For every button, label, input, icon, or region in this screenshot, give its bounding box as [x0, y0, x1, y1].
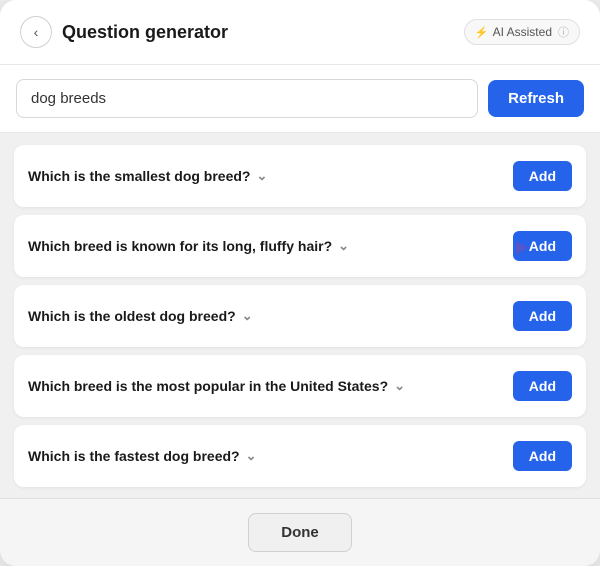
- question-text-2: Which breed is known for its long, fluff…: [28, 238, 349, 254]
- question-text-5: Which is the fastest dog breed? ⌄: [28, 448, 257, 464]
- question-text-3: Which is the oldest dog breed? ⌄: [28, 308, 253, 324]
- refresh-button[interactable]: Refresh: [488, 80, 584, 117]
- ai-info-icon: ⓘ: [558, 24, 569, 40]
- ai-badge: ⚡ AI Assisted ⓘ: [464, 19, 580, 45]
- question-card-4: Which breed is the most popular in the U…: [14, 355, 586, 417]
- add-button-1[interactable]: Add: [513, 161, 572, 191]
- header: ‹ Question generator ⚡ AI Assisted ⓘ: [0, 0, 600, 65]
- ai-icon: ⚡: [475, 26, 489, 39]
- ai-badge-label: AI Assisted: [493, 25, 552, 39]
- app-container: ‹ Question generator ⚡ AI Assisted ⓘ Ref…: [0, 0, 600, 566]
- add-button-3[interactable]: Add: [513, 301, 572, 331]
- add-button-4[interactable]: Add: [513, 371, 572, 401]
- questions-list: Which is the smallest dog breed? ⌄ Add W…: [0, 133, 600, 498]
- back-button[interactable]: ‹: [20, 16, 52, 48]
- search-input[interactable]: [16, 79, 478, 118]
- chevron-down-icon-2: ⌄: [338, 238, 349, 254]
- question-card-2: Which breed is known for its long, fluff…: [14, 215, 586, 277]
- done-button[interactable]: Done: [248, 513, 352, 552]
- header-left: ‹ Question generator: [20, 16, 228, 48]
- question-text-4: Which breed is the most popular in the U…: [28, 378, 405, 394]
- chevron-down-icon-1: ⌄: [256, 168, 267, 184]
- page-title: Question generator: [62, 22, 228, 43]
- search-bar-area: Refresh: [0, 65, 600, 133]
- question-card-3: Which is the oldest dog breed? ⌄ Add: [14, 285, 586, 347]
- chevron-down-icon-3: ⌄: [242, 308, 253, 324]
- question-text-1: Which is the smallest dog breed? ⌄: [28, 168, 267, 184]
- add-button-5[interactable]: Add: [513, 441, 572, 471]
- add-button-2[interactable]: Add: [513, 231, 572, 261]
- question-card-1: Which is the smallest dog breed? ⌄ Add: [14, 145, 586, 207]
- footer: Done: [0, 498, 600, 566]
- chevron-down-icon-4: ⌄: [394, 378, 405, 394]
- question-card-5: Which is the fastest dog breed? ⌄ Add: [14, 425, 586, 487]
- chevron-down-icon-5: ⌄: [246, 448, 257, 464]
